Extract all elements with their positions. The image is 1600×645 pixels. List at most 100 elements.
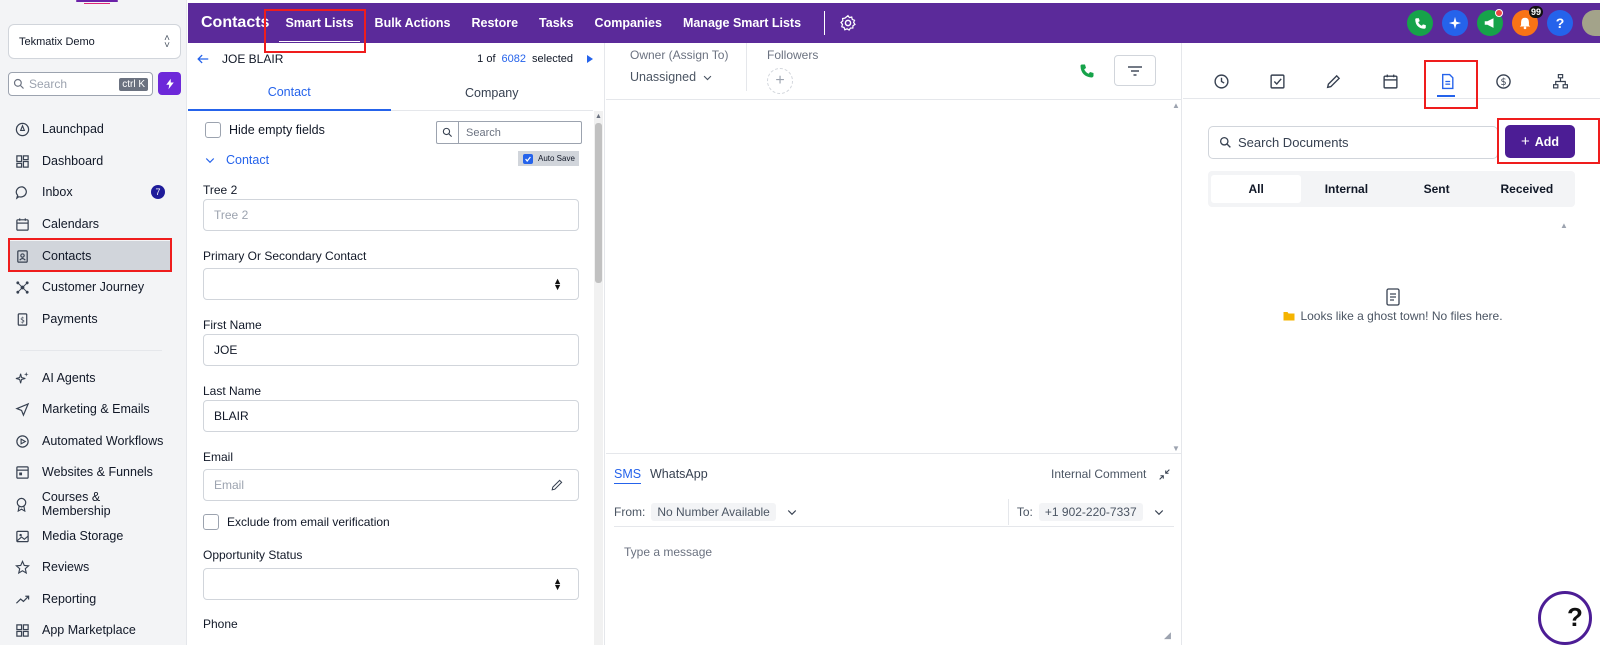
- contact-section-toggle[interactable]: Contact: [204, 153, 269, 167]
- sidebar-item-courses[interactable]: Courses & Membership: [8, 489, 171, 519]
- chevron-down-icon[interactable]: [786, 506, 798, 518]
- empty-state: Looks like a ghost town! No files here.: [1278, 288, 1508, 323]
- filter-sent[interactable]: Sent: [1392, 175, 1482, 203]
- tab-sms[interactable]: SMS: [614, 467, 642, 484]
- exclude-email-checkbox[interactable]: [203, 514, 219, 530]
- filter-received[interactable]: Received: [1482, 175, 1572, 203]
- settings-gear-icon[interactable]: [839, 14, 857, 32]
- workflows-tab[interactable]: [1550, 71, 1570, 91]
- message-composer: SMS WhatsApp Internal Comment From: No N…: [606, 453, 1182, 645]
- announcements-button[interactable]: [1477, 9, 1503, 36]
- contact-panel-scrollbar[interactable]: ▲: [594, 111, 603, 645]
- tab-bulk-actions[interactable]: Bulk Actions: [375, 16, 451, 30]
- sidebar-search-placeholder: Search: [29, 77, 68, 91]
- account-switcher[interactable]: Tekmatix Demo ˄ ˅: [8, 24, 181, 59]
- message-input[interactable]: Type a message: [614, 526, 1174, 644]
- search-documents-input[interactable]: Search Documents: [1208, 126, 1498, 159]
- sidebar-item-websites[interactable]: Websites & Funnels: [8, 457, 171, 487]
- sidebar-item-app-marketplace[interactable]: App Marketplace: [8, 615, 171, 645]
- account-name: Tekmatix Demo: [19, 35, 95, 48]
- tab-contact[interactable]: Contact: [188, 75, 391, 111]
- filter-all[interactable]: All: [1211, 175, 1302, 203]
- sidebar-item-customer-journey[interactable]: Customer Journey: [8, 272, 171, 302]
- question-mark-icon: ?: [1567, 602, 1583, 632]
- notes-tab[interactable]: [1323, 71, 1343, 91]
- tab-restore[interactable]: Restore: [471, 16, 518, 30]
- sidebar-item-payments[interactable]: $ Payments: [8, 304, 171, 334]
- payments-tab[interactable]: $: [1493, 71, 1513, 91]
- to-number-select[interactable]: +1 902-220-7337: [1038, 503, 1143, 521]
- sidebar-item-inbox[interactable]: Inbox 7: [8, 177, 171, 207]
- top-navigation-bar: Contacts Smart Lists Bulk Actions Restor…: [188, 3, 1600, 43]
- activity-scrollbar[interactable]: ▲ ▼: [1171, 101, 1180, 453]
- notifications-button[interactable]: 99: [1512, 6, 1543, 36]
- owner-select[interactable]: Unassigned: [630, 70, 728, 84]
- play-circle-icon: [14, 433, 30, 449]
- tab-whatsapp[interactable]: WhatsApp: [650, 467, 708, 481]
- chevron-down-icon[interactable]: [1153, 506, 1165, 518]
- back-arrow-icon[interactable]: [196, 52, 210, 66]
- sidebar-item-label: Marketing & Emails: [42, 402, 150, 416]
- opportunity-status-select[interactable]: ▲ ▼: [203, 568, 579, 600]
- add-follower-button[interactable]: +: [767, 68, 793, 94]
- appointments-tab[interactable]: [1380, 71, 1400, 91]
- activity-history-tab[interactable]: [1211, 71, 1231, 91]
- ai-assistant-button[interactable]: [1442, 10, 1468, 36]
- tab-smart-lists[interactable]: Smart Lists: [279, 16, 360, 42]
- tasks-tab[interactable]: [1267, 71, 1287, 91]
- first-name-field[interactable]: JOE: [203, 334, 579, 366]
- search-icon: [13, 78, 24, 89]
- sidebar-item-label: Websites & Funnels: [42, 465, 153, 479]
- sidebar-item-reviews[interactable]: Reviews: [8, 552, 171, 582]
- tab-manage-smart-lists[interactable]: Manage Smart Lists: [683, 16, 801, 30]
- filter-lines-icon: [1128, 65, 1142, 76]
- sidebar-item-workflows[interactable]: Automated Workflows: [8, 426, 171, 456]
- sidebar-item-media-storage[interactable]: Media Storage: [8, 521, 171, 551]
- primary-secondary-select[interactable]: ▲ ▼: [203, 268, 579, 300]
- tab-tasks[interactable]: Tasks: [539, 16, 574, 30]
- help-button[interactable]: ?: [1547, 10, 1573, 36]
- company-logo[interactable]: [72, 0, 122, 6]
- from-number-select[interactable]: No Number Available: [651, 503, 776, 521]
- tree2-field[interactable]: Tree 2: [203, 199, 579, 231]
- sidebar-search-input[interactable]: Search ctrl K: [8, 72, 153, 96]
- email-field[interactable]: Email: [203, 469, 579, 501]
- scrollbar-thumb[interactable]: [595, 123, 602, 283]
- document-filter-tabs: All Internal Sent Received: [1208, 171, 1575, 207]
- sidebar-item-marketing[interactable]: Marketing & Emails: [8, 394, 171, 424]
- from-to-divider: [1007, 499, 1009, 525]
- tab-company[interactable]: Company: [391, 75, 594, 111]
- add-document-button[interactable]: + Add: [1505, 125, 1575, 158]
- sidebar-item-ai-agents[interactable]: AI Agents: [8, 363, 171, 393]
- filter-internal[interactable]: Internal: [1301, 175, 1391, 203]
- next-record-icon[interactable]: [587, 55, 593, 63]
- internal-comment-toggle[interactable]: Internal Comment: [1051, 467, 1146, 481]
- quick-actions-button[interactable]: [158, 72, 181, 95]
- field-search-input[interactable]: Search: [436, 121, 582, 144]
- documents-tab[interactable]: [1437, 71, 1457, 91]
- hide-empty-checkbox[interactable]: [205, 122, 221, 138]
- apps-grid-icon: [14, 622, 30, 638]
- phone-call-button[interactable]: [1407, 10, 1433, 36]
- send-icon: [14, 401, 30, 417]
- call-phone-icon[interactable]: [1079, 63, 1095, 79]
- sidebar-item-contacts[interactable]: Contacts: [8, 241, 171, 271]
- collapse-arrows-icon[interactable]: [1158, 468, 1171, 481]
- sidebar-item-dashboard[interactable]: Dashboard: [8, 146, 171, 176]
- sidebar-item-calendars[interactable]: Calendars: [8, 209, 171, 239]
- resize-handle-icon[interactable]: ◢: [1164, 630, 1171, 641]
- sidebar-item-launchpad[interactable]: Launchpad: [8, 114, 171, 144]
- activity-filter-button[interactable]: [1114, 55, 1156, 86]
- tab-companies[interactable]: Companies: [595, 16, 662, 30]
- last-name-field[interactable]: BLAIR: [203, 400, 579, 432]
- page-title: Contacts: [201, 14, 270, 31]
- sidebar-item-label: Calendars: [42, 217, 99, 231]
- pencil-icon[interactable]: [550, 478, 564, 492]
- scroll-up-icon[interactable]: ▲: [1560, 221, 1568, 230]
- auto-save-toggle[interactable]: Auto Save: [518, 151, 579, 166]
- help-widget-button[interactable]: ?: [1538, 591, 1592, 645]
- sidebar-item-reporting[interactable]: Reporting: [8, 584, 171, 614]
- topbar-separator: [824, 11, 826, 35]
- user-avatar[interactable]: [1582, 10, 1600, 36]
- field-search-placeholder: Search: [466, 126, 501, 139]
